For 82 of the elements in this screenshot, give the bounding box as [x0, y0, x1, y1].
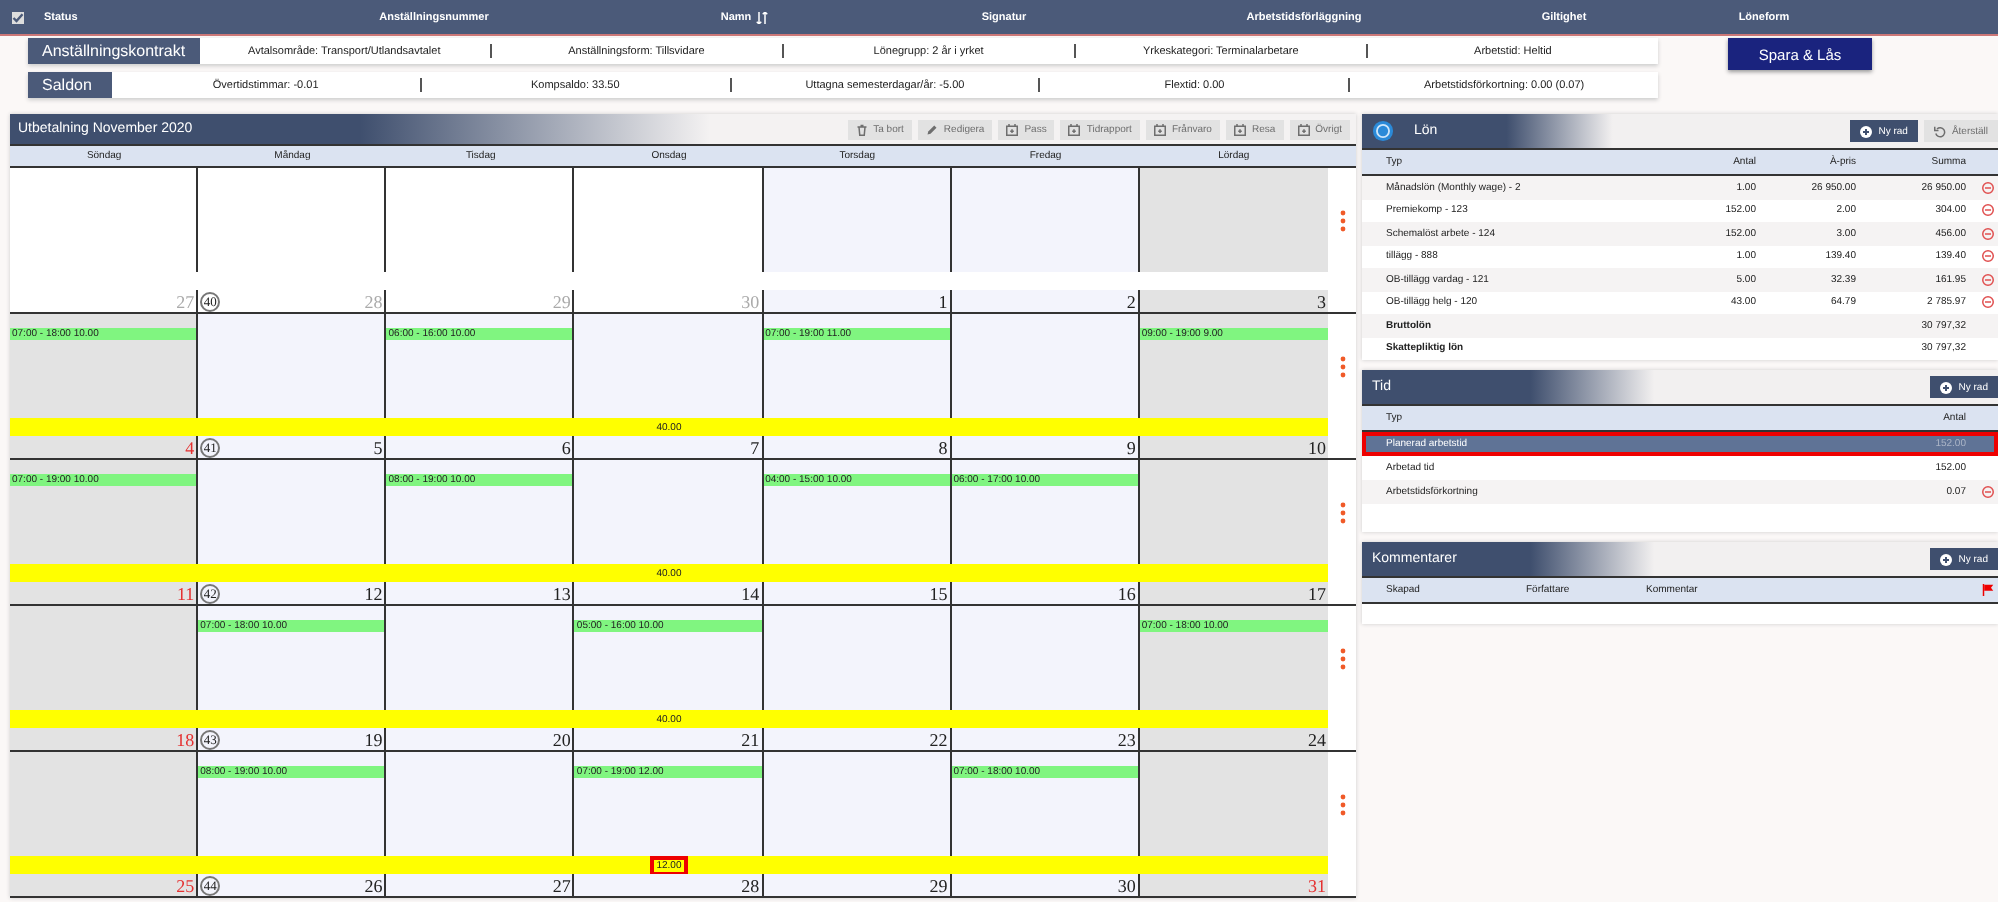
- day-number: 22: [929, 730, 950, 750]
- day-number: 23: [1117, 730, 1138, 750]
- day-number: 10: [1308, 438, 1328, 458]
- day-cell[interactable]: [10, 752, 199, 856]
- day-number: 13: [552, 584, 573, 604]
- day-cell[interactable]: [951, 606, 1140, 710]
- day-number: 9: [1126, 438, 1138, 458]
- day-cell[interactable]: [1139, 460, 1328, 564]
- day-cell[interactable]: [1139, 168, 1328, 272]
- day-number: 12: [364, 584, 385, 604]
- day-number: 18: [176, 730, 197, 750]
- day-number: 14: [741, 584, 762, 604]
- day-number: 28: [364, 292, 385, 312]
- day-cell[interactable]: [574, 314, 764, 418]
- day-number: 2: [1126, 292, 1138, 312]
- day-number: 19: [364, 730, 385, 750]
- day-cell[interactable]: [951, 168, 1140, 272]
- day-number: 24: [1308, 730, 1328, 750]
- flag-icon: [1982, 584, 1994, 596]
- pencil-icon: [925, 123, 938, 135]
- day-cell[interactable]: [386, 752, 575, 856]
- remove-icon[interactable]: [1982, 273, 1994, 286]
- calendar-icon: [1153, 123, 1166, 135]
- trash-icon: [855, 123, 868, 135]
- more-icon[interactable]: [1339, 209, 1345, 231]
- day-number: 4: [185, 438, 197, 458]
- add-icon: [1940, 381, 1953, 393]
- more-icon[interactable]: [1339, 793, 1345, 815]
- remove-icon[interactable]: [1982, 227, 1994, 240]
- day-cell[interactable]: [386, 606, 575, 710]
- add-icon: [1940, 553, 1953, 565]
- day-cell[interactable]: [763, 752, 952, 856]
- day-number: 20: [552, 730, 573, 750]
- day-number: 25: [176, 876, 197, 896]
- section-title: Saldon: [28, 72, 112, 98]
- select-all-checkbox[interactable]: [12, 11, 24, 23]
- day-number: 6: [561, 438, 573, 458]
- coin-icon: [1372, 120, 1394, 142]
- day-number: 30: [741, 292, 762, 312]
- day-cell[interactable]: [1139, 752, 1328, 856]
- day-number: 16: [1117, 584, 1138, 604]
- remove-icon[interactable]: [1982, 204, 1994, 217]
- add-icon: [1860, 125, 1873, 137]
- day-number: 29: [552, 292, 573, 312]
- calendar-icon: [1006, 123, 1019, 135]
- day-number: 21: [741, 730, 762, 750]
- more-icon[interactable]: [1339, 501, 1345, 523]
- calendar-icon: [1297, 123, 1310, 135]
- day-number: 30: [1117, 876, 1138, 896]
- remove-icon[interactable]: [1982, 181, 1994, 194]
- day-number: 26: [364, 876, 385, 896]
- day-number: 8: [938, 438, 950, 458]
- section-title: Anställningskontrakt: [28, 38, 200, 64]
- day-cell[interactable]: [951, 314, 1140, 418]
- more-icon[interactable]: [1339, 647, 1345, 669]
- undo-icon: [1933, 125, 1946, 137]
- remove-icon[interactable]: [1982, 296, 1994, 309]
- day-number: 28: [741, 876, 762, 896]
- day-cell[interactable]: [198, 314, 387, 418]
- day-cell[interactable]: [574, 460, 764, 564]
- day-number: 27: [552, 876, 573, 896]
- day-number: 11: [176, 584, 197, 604]
- day-number: 15: [929, 584, 950, 604]
- day-cell[interactable]: [763, 606, 952, 710]
- remove-icon[interactable]: [1982, 486, 1994, 498]
- day-number: 17: [1308, 584, 1328, 604]
- day-number: 31: [1308, 876, 1328, 896]
- sort-icon[interactable]: [755, 11, 768, 23]
- day-number: 27: [176, 292, 197, 312]
- day-cell[interactable]: [198, 460, 387, 564]
- day-cell[interactable]: [763, 168, 952, 272]
- day-number: 1: [938, 292, 950, 312]
- more-icon[interactable]: [1339, 355, 1345, 377]
- day-cell[interactable]: [10, 606, 199, 710]
- day-cell[interactable]: [10, 168, 199, 272]
- day-number: 7: [750, 438, 762, 458]
- day-number: 29: [929, 876, 950, 896]
- calendar-icon: [1233, 123, 1246, 135]
- day-number: 5: [373, 438, 385, 458]
- day-number: 3: [1317, 292, 1328, 312]
- remove-icon[interactable]: [1982, 250, 1994, 263]
- calendar-icon: [1068, 123, 1081, 135]
